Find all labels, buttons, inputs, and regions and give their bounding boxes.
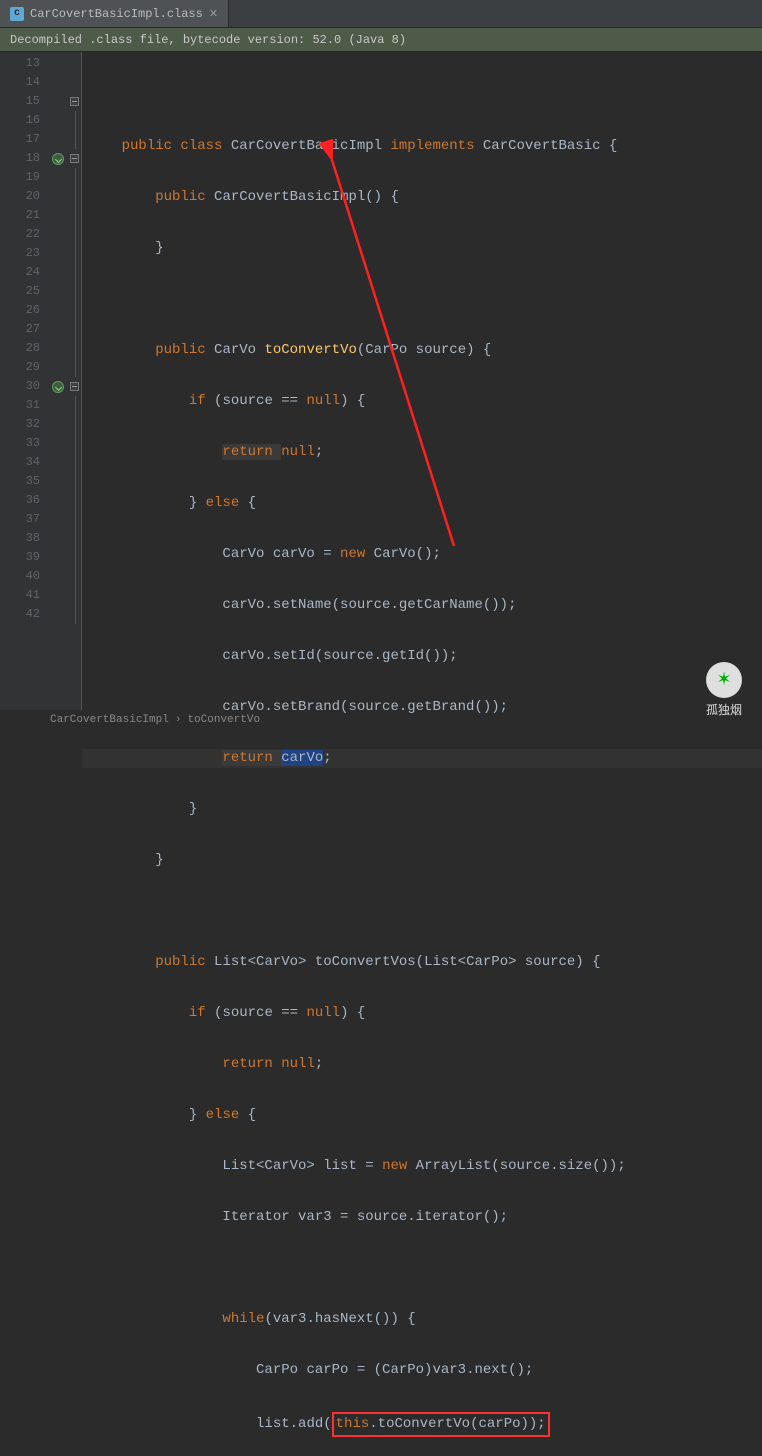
code-area[interactable]: public class CarCovertBasicImpl implemen… xyxy=(82,52,762,710)
decompile-banner: Decompiled .class file, bytecode version… xyxy=(0,28,762,52)
code-editor: 1314151617181920212223242526272829303132… xyxy=(0,52,762,710)
tab-filename: CarCovertBasicImpl.class xyxy=(30,7,203,21)
fold-toggle[interactable] xyxy=(68,92,81,111)
file-tab[interactable]: c CarCovertBasicImpl.class ✕ xyxy=(0,0,229,27)
fold-toggle[interactable] xyxy=(68,149,81,168)
fold-column xyxy=(68,52,82,710)
override-indicator[interactable] xyxy=(48,377,68,396)
tab-bar: c CarCovertBasicImpl.class ✕ xyxy=(0,0,762,28)
wechat-watermark-text: 孤独烟 xyxy=(706,701,742,718)
gutter-icons xyxy=(48,52,68,710)
fold-toggle[interactable] xyxy=(68,377,81,396)
override-indicator[interactable] xyxy=(48,149,68,168)
wechat-watermark-icon: ✶ xyxy=(706,662,742,698)
close-icon[interactable]: ✕ xyxy=(209,7,218,21)
banner-text: Decompiled .class file, bytecode version… xyxy=(10,33,406,47)
class-file-icon: c xyxy=(10,7,24,21)
line-gutter: 1314151617181920212223242526272829303132… xyxy=(0,52,48,710)
highlighted-call: this.toConvertVo(carPo)); xyxy=(332,1412,550,1437)
breadcrumb[interactable]: CarCovertBasicImpl › toConvertVo xyxy=(50,714,260,726)
